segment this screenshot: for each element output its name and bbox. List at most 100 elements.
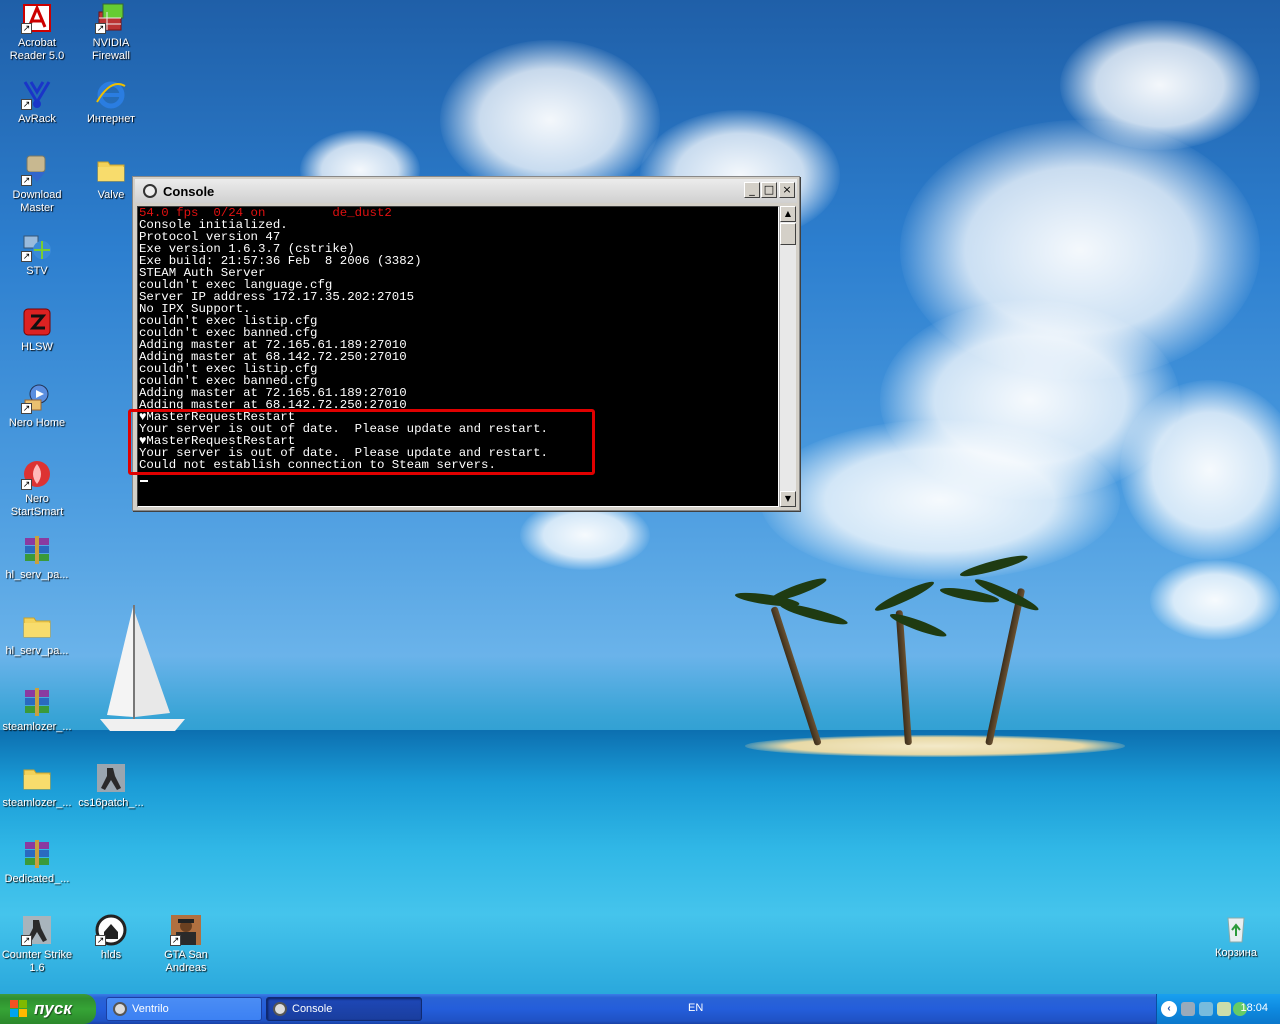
console-cursor xyxy=(140,480,148,482)
desktop-icon-hlsw[interactable]: HLSW xyxy=(0,306,74,354)
avrack-icon: ↗ xyxy=(21,78,53,110)
desktop-icon-label: cs16patch_... xyxy=(78,797,144,809)
console-window[interactable]: Console _ □ × 54.0 fps 0/24 on de_dust2 … xyxy=(132,176,800,511)
scroll-up-button[interactable]: ▲ xyxy=(780,206,796,222)
winrar-archive-icon xyxy=(21,838,53,870)
wallpaper-sailboat xyxy=(100,605,185,731)
taskbar-button-ventrilo[interactable]: Ventrilo xyxy=(106,997,262,1021)
start-label: пуск xyxy=(34,999,72,1018)
counter-strike-icon: ↗ xyxy=(21,914,53,946)
desktop-icon-dedicated-archive[interactable]: Dedicated_... xyxy=(0,838,74,886)
ventrilo-icon xyxy=(113,1002,127,1016)
acrobat-icon: ↗ xyxy=(21,2,53,34)
desktop-icon-label: Dedicated_... xyxy=(4,873,70,885)
desktop-icon-label: hl_serv_pa... xyxy=(5,645,69,657)
windows-logo-icon xyxy=(10,1000,28,1018)
messenger-icon[interactable] xyxy=(1199,1002,1213,1016)
desktop-icon-steamlozer-archive[interactable]: steamlozer_... xyxy=(0,686,74,734)
desktop-icon-counter-strike[interactable]: ↗ Counter Strike 1.6 xyxy=(0,914,74,975)
desktop-icon-label: steamlozer_... xyxy=(2,721,72,733)
maximize-button[interactable]: □ xyxy=(761,182,777,198)
desktop-icon-label: Интернет xyxy=(87,113,135,125)
hlds-icon: ↗ xyxy=(95,914,127,946)
desktop-icon-hlds[interactable]: ↗ hlds xyxy=(74,914,148,962)
taskbar: пуск Ventrilo Console EN ‹ 18:04 xyxy=(0,994,1280,1024)
nero-startsmart-icon: ↗ xyxy=(21,458,53,490)
desktop-icon-label: Download Master xyxy=(12,189,62,214)
desktop-icon-label: STV xyxy=(26,265,48,277)
wallpaper-cloud xyxy=(1120,380,1280,560)
console-scrollbar[interactable]: ▲ ▼ xyxy=(779,206,796,507)
desktop-icon-label: hlds xyxy=(100,949,122,961)
scroll-down-button[interactable]: ▼ xyxy=(780,491,796,507)
desktop-icon-hl-serv-folder[interactable]: hl_serv_pa... xyxy=(0,610,74,658)
desktop-icon-nero-startsmart[interactable]: ↗ Nero StartSmart xyxy=(0,458,74,519)
desktop-icon-label: hl_serv_pa... xyxy=(5,569,69,581)
desktop-icon-label: Acrobat Reader 5.0 xyxy=(9,37,65,62)
minimize-button[interactable]: _ xyxy=(744,182,760,198)
desktop-icon-stv[interactable]: ↗ STV xyxy=(0,230,74,278)
desktop-icon-label: NVIDIA Firewall xyxy=(92,37,130,62)
scroll-thumb[interactable] xyxy=(780,223,796,245)
wallpaper-cloud xyxy=(760,420,1120,580)
desktop-icon-label: GTA San Andreas xyxy=(164,949,208,974)
console-icon xyxy=(273,1002,287,1016)
download-master-icon: ↗ xyxy=(21,154,53,186)
desktop-icon-label: steamlozer_... xyxy=(2,797,72,809)
hlsw-icon xyxy=(21,306,53,338)
show-hidden-icons-button[interactable]: ‹ xyxy=(1161,1001,1177,1017)
folder-icon xyxy=(21,762,53,794)
winrar-archive-icon xyxy=(21,534,53,566)
desktop-icon-label: Counter Strike 1.6 xyxy=(1,949,73,974)
desktop-icon-steamlozer-folder[interactable]: steamlozer_... xyxy=(0,762,74,810)
wallpaper-cloud xyxy=(1150,560,1280,640)
winrar-archive-icon xyxy=(21,686,53,718)
desktop-icon-label: Корзина xyxy=(1215,947,1257,959)
wallpaper-cloud xyxy=(1060,20,1260,150)
desktop-icon-hl-serv-archive[interactable]: hl_serv_pa... xyxy=(0,534,74,582)
internet-explorer-icon xyxy=(95,78,127,110)
volume-icon[interactable] xyxy=(1217,1002,1231,1016)
desktop-icon-label: Nero StartSmart xyxy=(10,493,64,518)
desktop-icon-nvidia-firewall[interactable]: ↗ NVIDIA Firewall xyxy=(74,2,148,63)
recycle-bin-icon xyxy=(1220,912,1252,944)
console-titlebar[interactable]: Console xyxy=(135,179,797,203)
folder-icon xyxy=(21,610,53,642)
desktop-icon-cs16patch[interactable]: cs16patch_... xyxy=(74,762,148,810)
start-button[interactable]: пуск xyxy=(0,994,96,1024)
desktop-icon-internet[interactable]: Интернет xyxy=(74,78,148,126)
desktop-icon-nero-home[interactable]: ↗ Nero Home xyxy=(0,382,74,430)
desktop-icon-recycle-bin[interactable]: Корзина xyxy=(1199,912,1273,960)
language-indicator[interactable]: EN xyxy=(688,1002,703,1014)
gta-icon: ↗ xyxy=(170,914,202,946)
taskbar-button-console[interactable]: Console xyxy=(266,997,422,1021)
console-line: Could not establish connection to Steam … xyxy=(139,458,496,472)
wallpaper-island xyxy=(745,735,1125,757)
console-title: Console xyxy=(163,183,215,199)
nvidia-firewall-icon: ↗ xyxy=(95,2,127,34)
close-button[interactable]: × xyxy=(779,182,795,198)
console-app-icon xyxy=(143,184,157,198)
nero-home-icon: ↗ xyxy=(21,382,53,414)
desktop-icon-gta-san-andreas[interactable]: ↗ GTA San Andreas xyxy=(149,914,223,975)
palm-trunk xyxy=(770,606,822,747)
desktop-icon-acrobat-reader[interactable]: ↗ Acrobat Reader 5.0 xyxy=(0,2,74,63)
palm-frond xyxy=(872,577,937,615)
console-output[interactable]: 54.0 fps 0/24 on de_dust2 Console initia… xyxy=(137,206,779,507)
palm-trunk xyxy=(985,587,1026,746)
taskbar-button-label: Ventrilo xyxy=(132,1003,169,1015)
console-cursor-line xyxy=(138,471,778,483)
desktop-icon-download-master[interactable]: ↗ Download Master xyxy=(0,154,74,215)
desktop-icon-label: AvRack xyxy=(18,113,56,125)
system-tray: ‹ 18:04 xyxy=(1156,994,1280,1024)
desktop-icon-label: HLSW xyxy=(21,341,53,353)
desktop-icon-label: Nero Home xyxy=(8,417,66,429)
palm-trunk xyxy=(895,610,912,746)
desktop-icon-avrack[interactable]: ↗ AvRack xyxy=(0,78,74,126)
network-icon[interactable] xyxy=(1181,1002,1195,1016)
stv-icon: ↗ xyxy=(21,230,53,262)
folder-icon xyxy=(95,154,127,186)
clock[interactable]: 18:04 xyxy=(1240,1002,1268,1014)
taskbar-button-label: Console xyxy=(292,1003,333,1015)
cs-patch-icon xyxy=(95,762,127,794)
